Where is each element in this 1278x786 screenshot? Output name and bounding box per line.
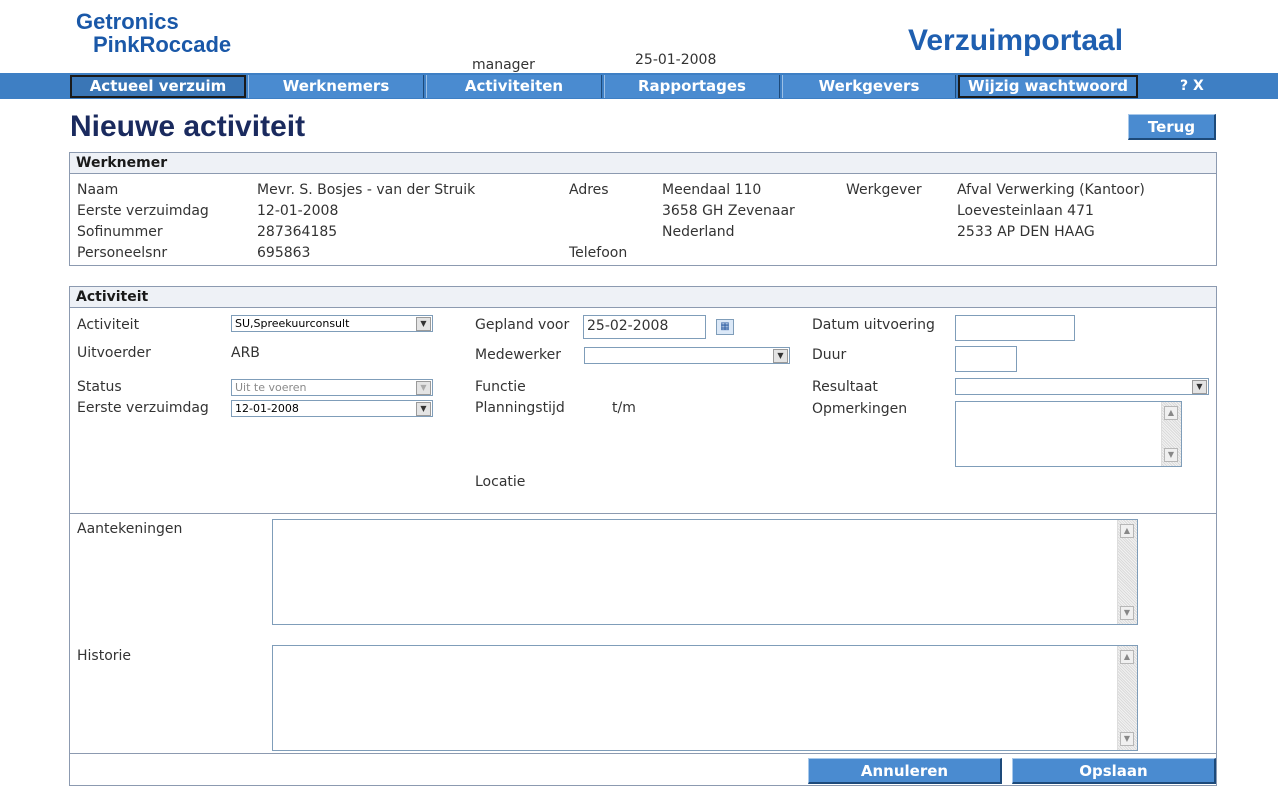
activiteit-heading: Activiteit (70, 287, 1216, 308)
scrollbar[interactable]: ▲ ▼ (1117, 646, 1137, 750)
duur-input[interactable] (955, 346, 1017, 372)
werknemer-heading: Werknemer (70, 153, 1216, 174)
werkgever-line1: Afval Verwerking (Kantoor) (957, 182, 1145, 198)
cancel-button[interactable]: Annuleren (808, 758, 1002, 784)
planningstijd-label: Planningstijd (475, 400, 565, 416)
adres-line2: 3658 GH Zevenaar (662, 203, 795, 219)
personeelsnr-label: Personeelsnr (77, 245, 168, 261)
logo-pinkroccade: PinkRoccade (93, 32, 232, 57)
status-label: Status (77, 379, 122, 395)
functie-label: Functie (475, 379, 526, 395)
adres-line1: Meendaal 110 (662, 182, 762, 198)
gepland-voor-input[interactable]: 25-02-2008 (583, 315, 706, 339)
activiteit-label: Activiteit (77, 317, 140, 333)
aantekeningen-label: Aantekeningen (77, 521, 183, 537)
activiteit-panel: Activiteit Activiteit SU,Spreekuurconsul… (69, 286, 1217, 786)
nav-activiteiten[interactable]: Activiteiten (426, 75, 602, 98)
activiteit-select[interactable]: SU,Spreekuurconsult ▼ (231, 315, 433, 332)
divider (70, 753, 1216, 754)
sofinummer-value: 287364185 (257, 224, 338, 240)
telefoon-label: Telefoon (569, 245, 628, 261)
save-button[interactable]: Opslaan (1012, 758, 1216, 784)
personeelsnr-value: 695863 (257, 245, 311, 261)
scroll-up-icon[interactable]: ▲ (1120, 524, 1134, 538)
aantekeningen-textarea[interactable]: ▲ ▼ (272, 519, 1138, 625)
current-date: 25-01-2008 (635, 52, 717, 68)
naam-value: Mevr. S. Bosjes - van der Struik (257, 182, 476, 198)
nav-rapportages[interactable]: Rapportages (604, 75, 780, 98)
scroll-up-icon[interactable]: ▲ (1164, 406, 1178, 420)
werknemer-panel: Werknemer Naam Mevr. S. Bosjes - van der… (69, 152, 1217, 266)
scroll-down-icon[interactable]: ▼ (1120, 732, 1134, 746)
opmerkingen-textarea[interactable]: ▲ ▼ (955, 401, 1182, 467)
scroll-down-icon[interactable]: ▼ (1164, 448, 1178, 462)
current-user: manager (472, 57, 535, 73)
datum-uitvoering-label: Datum uitvoering (812, 317, 935, 333)
werkgever-line2: Loevesteinlaan 471 (957, 203, 1094, 219)
datum-uitvoering-input[interactable] (955, 315, 1075, 341)
scroll-up-icon[interactable]: ▲ (1120, 650, 1134, 664)
werkgever-line3: 2533 AP DEN HAAG (957, 224, 1095, 240)
help-close-links[interactable]: ? X (1180, 78, 1204, 94)
uitvoerder-value: ARB (231, 345, 260, 361)
eerste-verzuimdag-label: Eerste verzuimdag (77, 400, 209, 416)
historie-textarea[interactable]: ▲ ▼ (272, 645, 1138, 751)
eerste-verzuimdag-select-value: 12-01-2008 (235, 402, 299, 415)
tm-label: t/m (612, 400, 636, 416)
historie-label: Historie (77, 648, 132, 664)
scrollbar[interactable]: ▲ ▼ (1161, 402, 1181, 466)
activiteit-select-value: SU,Spreekuurconsult (235, 317, 350, 330)
nav-werkgevers[interactable]: Werkgevers (782, 75, 956, 98)
status-select: Uit te voeren ▼ (231, 379, 433, 396)
chevron-down-icon[interactable]: ▼ (773, 349, 788, 363)
eerste-verzuimdag-value: 12-01-2008 (257, 203, 339, 219)
nav-werknemers[interactable]: Werknemers (248, 75, 424, 98)
gepland-voor-label: Gepland voor (475, 317, 570, 333)
opmerkingen-label: Opmerkingen (812, 401, 908, 417)
chevron-down-icon[interactable]: ▼ (416, 317, 431, 331)
eerste-verzuimdag-select[interactable]: 12-01-2008 ▼ (231, 400, 433, 417)
adres-label: Adres (569, 182, 609, 198)
scrollbar[interactable]: ▲ ▼ (1117, 520, 1137, 624)
chevron-down-icon[interactable]: ▼ (416, 402, 431, 416)
nav-wijzig-wachtwoord[interactable]: Wijzig wachtwoord (958, 75, 1138, 98)
app-title: Verzuimportaal (908, 24, 1124, 57)
chevron-down-icon[interactable]: ▼ (1192, 380, 1207, 394)
divider (70, 513, 1216, 514)
medewerker-select[interactable]: ▼ (584, 347, 790, 364)
locatie-label: Locatie (475, 474, 526, 490)
uitvoerder-label: Uitvoerder (77, 345, 151, 361)
status-select-value: Uit te voeren (235, 381, 307, 394)
medewerker-label: Medewerker (475, 347, 561, 363)
nav-actueel-verzuim[interactable]: Actueel verzuim (70, 75, 246, 98)
resultaat-label: Resultaat (812, 379, 878, 395)
page-title: Nieuwe activiteit (70, 110, 306, 143)
sofinummer-label: Sofinummer (77, 224, 163, 240)
werkgever-label: Werkgever (846, 182, 922, 198)
back-button[interactable]: Terug (1128, 114, 1216, 140)
calendar-icon[interactable]: ▦ (716, 319, 734, 335)
chevron-down-icon: ▼ (416, 381, 431, 395)
naam-label: Naam (77, 182, 119, 198)
adres-line3: Nederland (662, 224, 735, 240)
eerste-verzuimdag-label: Eerste verzuimdag (77, 203, 209, 219)
scroll-down-icon[interactable]: ▼ (1120, 606, 1134, 620)
duur-label: Duur (812, 347, 847, 363)
resultaat-select[interactable]: ▼ (955, 378, 1209, 395)
